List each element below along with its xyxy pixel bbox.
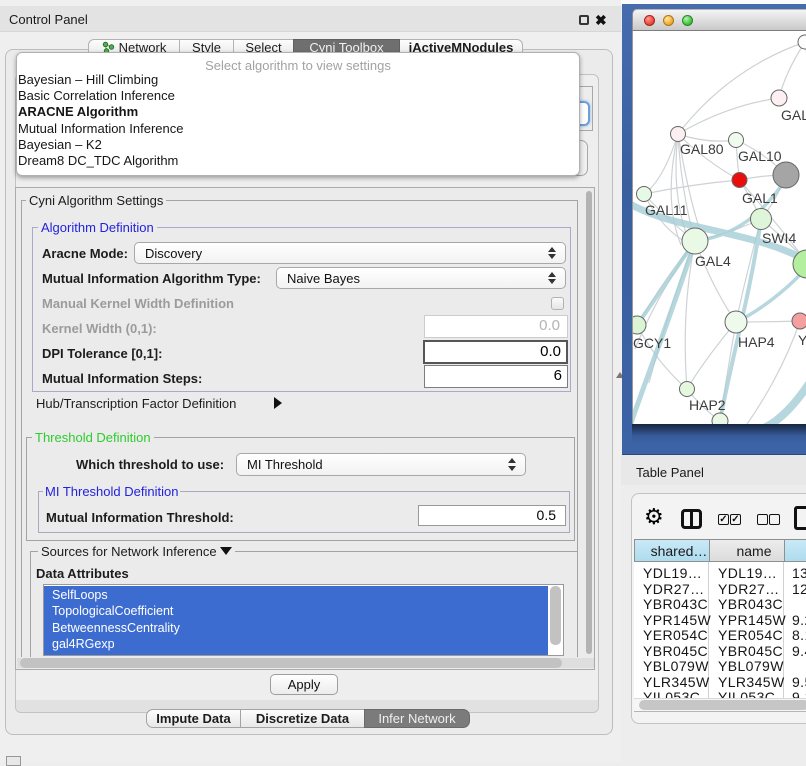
svg-text:Y: Y [798,332,806,348]
svg-text:GAL10: GAL10 [738,148,782,164]
svg-text:SWI4: SWI4 [762,230,796,246]
svg-text:HAP2: HAP2 [689,397,726,413]
svg-text:GAL1: GAL1 [742,190,778,206]
svg-text:GAL80: GAL80 [680,141,724,157]
svg-text:GAL4: GAL4 [695,253,731,269]
svg-text:GAL7: GAL7 [781,107,806,123]
svg-text:GAL11: GAL11 [645,202,688,218]
svg-text:GCY1: GCY1 [633,335,671,351]
svg-text:HAP4: HAP4 [738,334,775,350]
